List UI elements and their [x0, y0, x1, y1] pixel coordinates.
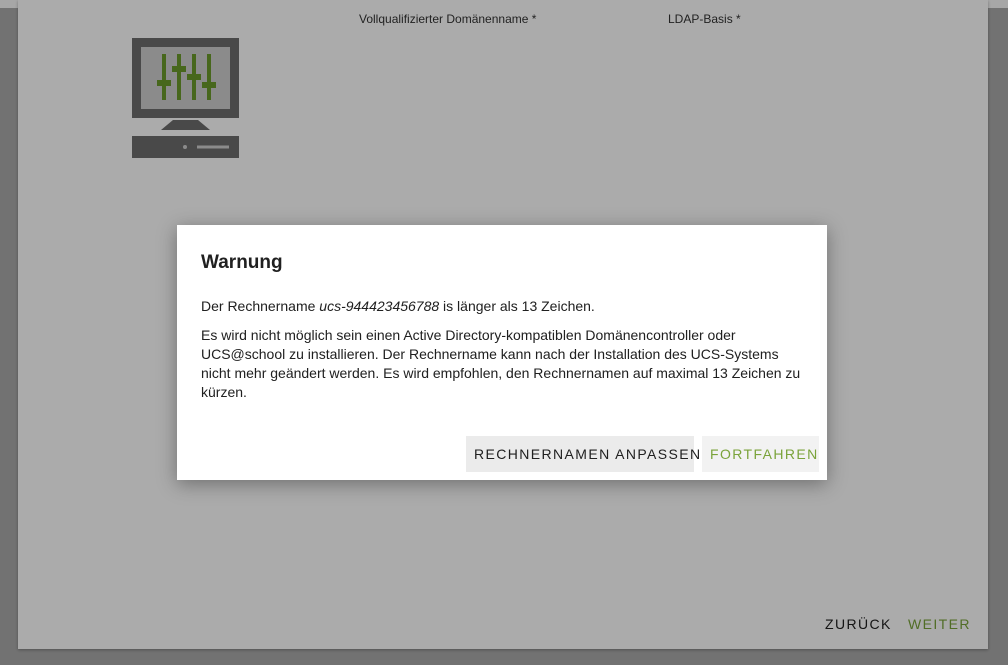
warning-dialog: Warnung Der Rechnername ucs-944423456788…	[177, 225, 827, 480]
warning-details: Es wird nicht möglich sein einen Active …	[201, 327, 801, 400]
hostname-length-message: Der Rechnername ucs-944423456788 is läng…	[201, 297, 801, 316]
message-prefix: Der Rechnername	[201, 298, 320, 314]
page: Vollqualifizierter Domänenname * LDAP-Ba…	[0, 0, 1008, 665]
hostname-value: ucs-944423456788	[319, 298, 440, 314]
message-suffix: is länger als 13 Zeichen.	[439, 298, 595, 314]
continue-button[interactable]: FORTFAHREN	[702, 436, 819, 472]
dialog-title: Warnung	[201, 252, 283, 273]
adjust-hostname-button[interactable]: RECHNERNAMEN ANPASSEN	[466, 436, 700, 472]
